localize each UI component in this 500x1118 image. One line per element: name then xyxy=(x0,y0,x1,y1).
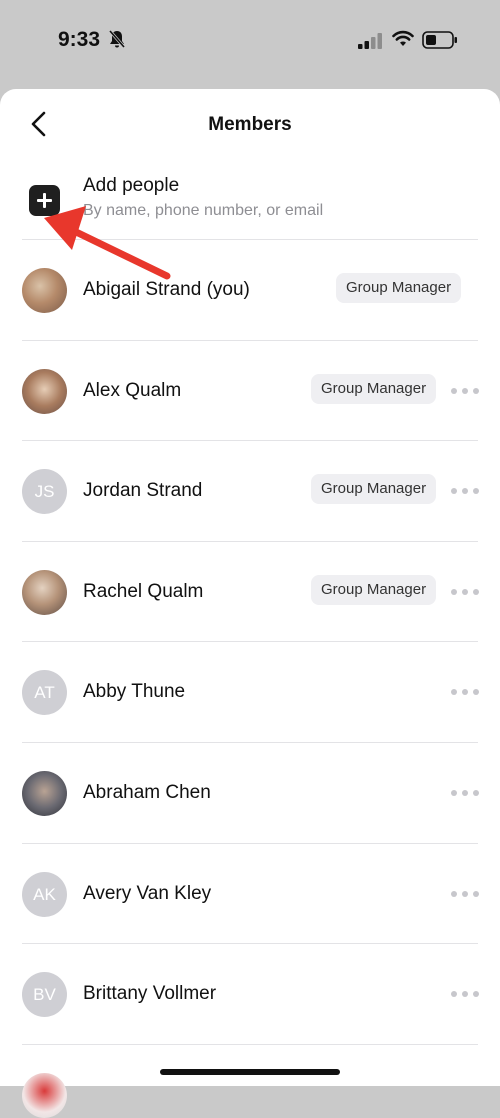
group-manager-badge: Group Manager xyxy=(336,273,462,303)
member-row[interactable]: JS Jordan Strand Group Manager xyxy=(0,441,500,542)
cellular-signal-icon xyxy=(358,33,382,49)
avatar-initials: AT xyxy=(22,670,67,716)
group-manager-badge: Group Manager xyxy=(311,474,437,505)
avatar-initials: BV xyxy=(22,972,67,1018)
page-title: Members xyxy=(208,114,292,135)
avatar xyxy=(22,1073,67,1118)
add-people-hint: By name, phone number, or email xyxy=(83,202,324,219)
member-name: Jordan Strand xyxy=(83,480,203,502)
group-manager-badge: Group Manager xyxy=(311,574,437,605)
member-name: Brittany Vollmer xyxy=(83,983,217,1005)
members-sheet: Members Add people By name, phone number… xyxy=(0,89,500,1086)
bell-muted-icon xyxy=(108,30,126,48)
avatar-initials: JS xyxy=(22,469,67,515)
avatar xyxy=(22,569,67,615)
member-row[interactable]: Rachel Qualm Group Manager xyxy=(0,542,500,643)
home-indicator[interactable] xyxy=(160,1069,340,1075)
avatar xyxy=(22,268,67,313)
member-name: Rachel Qualm xyxy=(83,580,204,602)
member-row[interactable]: Abraham Chen xyxy=(0,743,500,844)
add-people-row[interactable]: Add people By name, phone number, or ema… xyxy=(0,161,500,240)
plus-icon[interactable] xyxy=(29,185,60,216)
member-name: Abigail Strand (you) xyxy=(83,279,250,300)
member-name: Abraham Chen xyxy=(83,781,211,803)
avatar xyxy=(22,368,67,414)
wifi-icon xyxy=(392,30,414,46)
status-time: 9:33 xyxy=(58,28,101,51)
member-row[interactable]: BV Brittany Vollmer xyxy=(0,944,500,1045)
member-row[interactable]: Abigail Strand (you) Group Manager xyxy=(0,240,500,341)
group-manager-badge: Group Manager xyxy=(311,373,437,404)
more-options-icon[interactable] xyxy=(451,588,479,595)
nav-bar: Members xyxy=(0,89,500,161)
member-name: Alex Qualm xyxy=(83,379,182,401)
member-row[interactable]: Alex Qualm Group Manager xyxy=(0,341,500,442)
more-options-icon[interactable] xyxy=(451,387,479,394)
more-options-icon[interactable] xyxy=(451,689,479,696)
divider xyxy=(22,1043,478,1045)
member-row[interactable]: AT Abby Thune xyxy=(0,642,500,743)
more-options-icon[interactable] xyxy=(451,789,479,796)
more-options-icon[interactable] xyxy=(451,991,479,998)
battery-icon xyxy=(422,31,457,49)
member-row[interactable]: AK Avery Van Kley xyxy=(0,844,500,945)
status-bar: 9:33 xyxy=(0,0,500,84)
member-name: Avery Van Kley xyxy=(83,882,212,904)
member-name: Abby Thune xyxy=(83,681,186,703)
avatar-initials: AK xyxy=(22,871,67,917)
more-options-icon[interactable] xyxy=(451,488,479,495)
add-people-label: Add people xyxy=(83,175,180,196)
avatar xyxy=(22,770,67,816)
more-options-icon[interactable] xyxy=(451,890,479,897)
